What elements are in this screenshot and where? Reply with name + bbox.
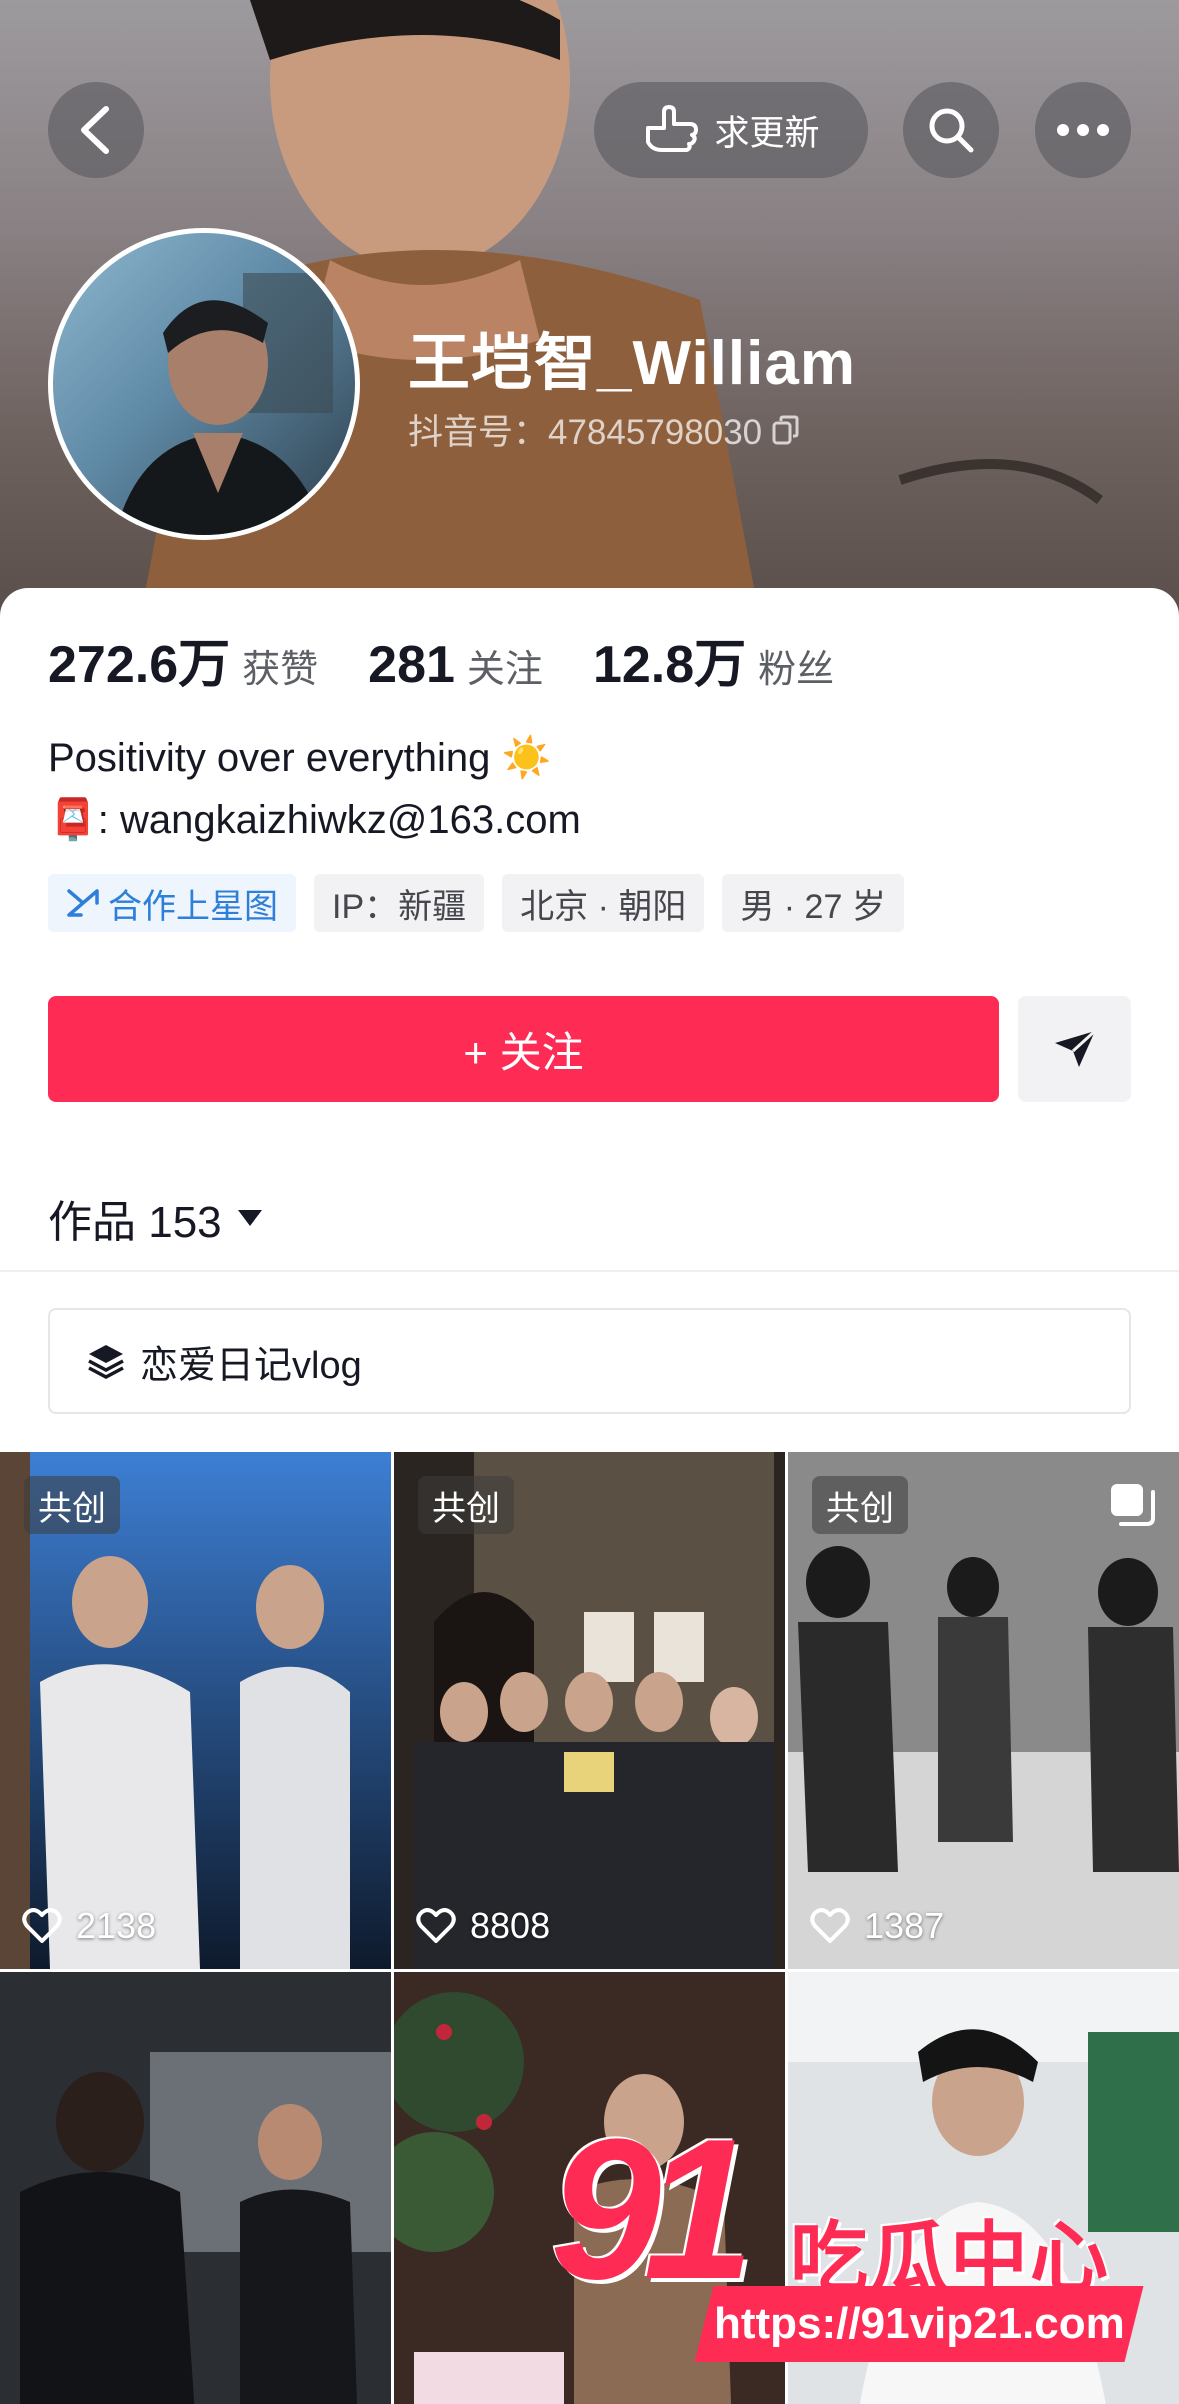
- back-button[interactable]: [48, 82, 144, 178]
- like-count: 2138: [22, 1905, 156, 1947]
- watermark-url-banner: https://91vip21.com: [694, 2286, 1144, 2362]
- follow-button[interactable]: + 关注: [48, 996, 999, 1102]
- stat-following-label: 关注: [466, 649, 543, 691]
- stat-followers-label: 粉丝: [758, 649, 835, 691]
- works-tab[interactable]: 作品 153: [48, 1186, 264, 1250]
- bio-line-2: 📮: wangkaizhiwkz@163.com: [48, 798, 581, 842]
- stat-followers[interactable]: 12.8万 粉丝: [593, 622, 834, 697]
- tag-xingtu[interactable]: 合作上星图: [48, 874, 296, 932]
- thumbnail-image: [0, 1972, 391, 2404]
- like-count-value: 1387: [864, 1905, 945, 1946]
- avatar-image: [115, 273, 333, 535]
- co-creation-badge: 共创: [418, 1476, 514, 1534]
- search-button[interactable]: [903, 82, 999, 178]
- video-thumbnail-1[interactable]: 共创 2138: [0, 1452, 391, 1969]
- works-label: 作品 153: [48, 1198, 222, 1247]
- co-creation-badge: 共创: [812, 1476, 908, 1534]
- send-icon: [1054, 1029, 1096, 1067]
- chevron-left-icon: [81, 106, 109, 154]
- bio-line-1: Positivity over everything ☀️: [48, 736, 552, 780]
- tag-gender-age: 男 · 27 岁: [722, 874, 904, 932]
- account-id-text: 抖音号：47845798030: [408, 413, 763, 452]
- stat-likes-value: 272.6万: [48, 636, 231, 694]
- video-thumbnail-2[interactable]: 共创 8808: [394, 1452, 785, 1969]
- co-creation-badge: 共创: [24, 1476, 120, 1534]
- pointing-hand-icon: [646, 105, 699, 152]
- video-thumbnail-3[interactable]: 共创 1387: [788, 1452, 1179, 1969]
- divider: [0, 1270, 1179, 1272]
- multi-image-icon: [1111, 1484, 1155, 1526]
- like-count-value: 8808: [470, 1905, 551, 1946]
- like-count: 8808: [416, 1905, 550, 1947]
- collection-entry[interactable]: 恋爱日记vlog: [48, 1308, 1131, 1414]
- xingtu-icon: [67, 889, 99, 917]
- more-dots-icon: [1057, 124, 1109, 136]
- copy-icon[interactable]: [772, 415, 800, 445]
- stat-followers-value: 12.8万: [592, 636, 747, 694]
- collection-label: 恋爱日记vlog: [140, 1344, 362, 1387]
- stat-following-value: 281: [368, 636, 455, 694]
- stat-likes[interactable]: 272.6万 获赞: [48, 622, 318, 697]
- avatar[interactable]: [48, 228, 360, 540]
- profile-stats: 272.6万 获赞 281 关注 12.8万 粉丝: [48, 622, 884, 697]
- stat-following[interactable]: 281 关注: [368, 635, 543, 695]
- request-update-label: 求更新: [714, 113, 820, 153]
- profile-name: 王垲智_William: [408, 329, 856, 398]
- search-icon: [929, 108, 974, 153]
- heart-icon: [810, 1908, 850, 1943]
- heart-icon: [22, 1908, 62, 1943]
- tag-location: 北京 · 朝阳: [502, 874, 705, 932]
- like-count: 1387: [810, 1905, 944, 1947]
- video-thumbnail-4[interactable]: [0, 1972, 391, 2404]
- heart-icon: [416, 1908, 456, 1943]
- tag-ip: IP：新疆: [314, 874, 485, 932]
- account-id[interactable]: 抖音号：47845798030: [408, 404, 800, 455]
- request-update-button[interactable]: 求更新: [594, 82, 868, 178]
- watermark-number: 91: [550, 2098, 755, 2321]
- watermark-url: https://91vip21.com: [713, 2299, 1125, 2348]
- caret-down-icon: [237, 1210, 262, 1226]
- like-count-value: 2138: [76, 1905, 157, 1946]
- stat-likes-label: 获赞: [242, 649, 319, 691]
- profile-tags: 合作上星图 IP：新疆 北京 · 朝阳 男 · 27 岁: [48, 874, 904, 932]
- tag-xingtu-label: 合作上星图: [108, 887, 278, 926]
- layers-icon: [88, 1345, 124, 1379]
- share-button[interactable]: [1018, 996, 1131, 1102]
- more-button[interactable]: [1035, 82, 1131, 178]
